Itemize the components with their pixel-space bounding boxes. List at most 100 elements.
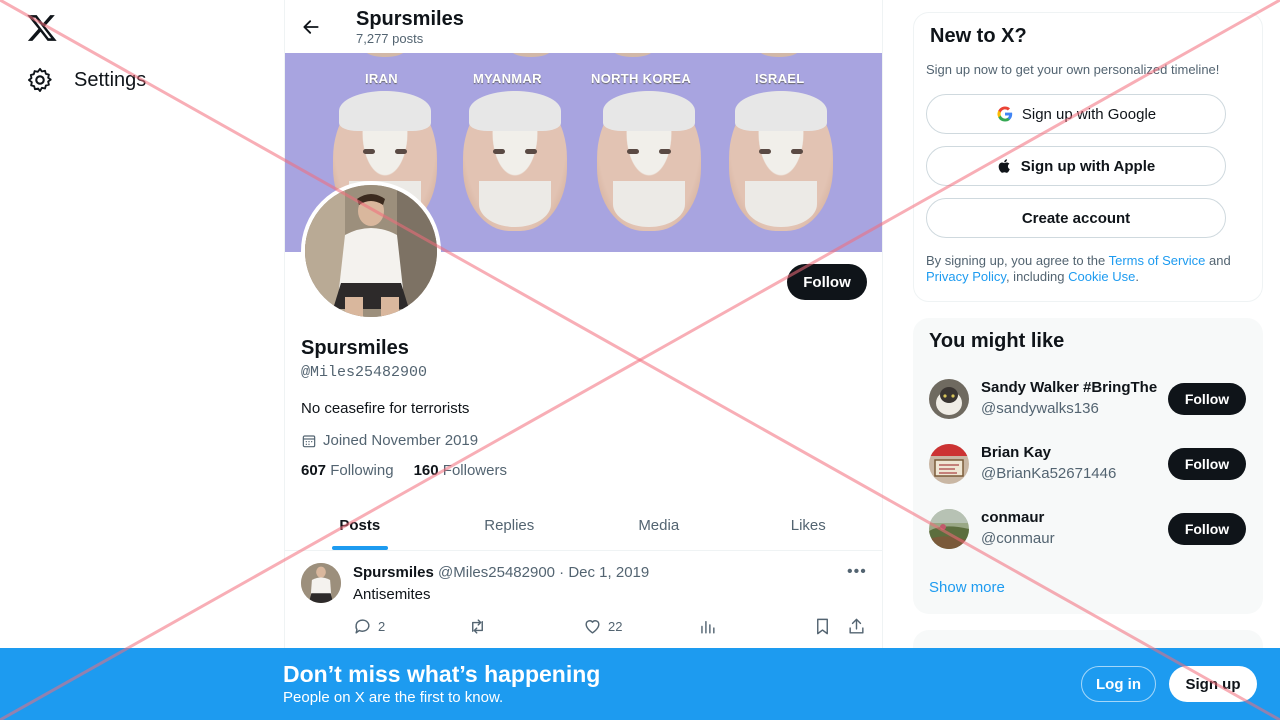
suggestion-avatar[interactable] <box>929 444 969 484</box>
cookie-link[interactable]: Cookie Use <box>1068 269 1135 284</box>
suggestion-follow-button[interactable]: Follow <box>1168 513 1246 545</box>
signup-button[interactable]: Sign up <box>1169 666 1257 702</box>
create-account-button[interactable]: Create account <box>926 198 1226 238</box>
profile-handle: @Miles25482900 <box>301 364 428 381</box>
suggestion-name[interactable]: Brian Kay <box>981 444 1157 461</box>
suggestion-follow-button[interactable]: Follow <box>1168 383 1246 415</box>
profile-header: Spursmiles 7,277 posts <box>285 0 882 53</box>
banner-label-4: ISRAEL <box>755 71 805 86</box>
like-count: 22 <box>608 619 623 634</box>
signup-subtitle: Sign up now to get your own personalized… <box>926 62 1220 77</box>
tab-likes[interactable]: Likes <box>734 500 883 550</box>
terms-link[interactable]: Terms of Service <box>1109 253 1206 268</box>
signup-banner: Don’t miss what’s happening People on X … <box>0 648 1280 720</box>
gear-icon <box>27 67 52 93</box>
profile-avatar[interactable] <box>301 181 441 321</box>
following-label: Following <box>330 462 394 479</box>
followers-link[interactable]: 160 Followers <box>414 462 507 479</box>
suggestion-name[interactable]: Sandy Walker #BringThe <box>981 379 1157 396</box>
banner-label-1: IRAN <box>365 71 398 86</box>
legal-and: and <box>1205 253 1231 268</box>
signup-legal: By signing up, you agree to the Terms of… <box>926 253 1256 285</box>
suggestions-title: You might like <box>929 330 1065 352</box>
suggestion-item[interactable]: conmaur @conmaur Follow <box>913 497 1263 562</box>
legal-period: . <box>1135 269 1139 284</box>
suggestion-handle: @conmaur <box>981 530 1055 547</box>
bookmark-icon <box>817 618 828 635</box>
banner-face-2 <box>463 91 567 231</box>
profile-tabs: Posts Replies Media Likes <box>285 500 883 551</box>
post-text: Antisemites <box>353 586 431 603</box>
post-meta: @Miles25482900 · Dec 1, 2019 <box>438 564 650 581</box>
views-button[interactable] <box>698 617 717 636</box>
header-post-count: 7,277 posts <box>356 30 424 46</box>
nav-settings[interactable]: Settings <box>26 66 146 94</box>
suggestions-card: You might like Sandy Walker #BringThe @s… <box>913 318 1263 614</box>
banner-label-3: NORTH KOREA <box>591 71 692 86</box>
post-actions: 2 22 <box>353 617 869 637</box>
suggestion-name[interactable]: conmaur <box>981 509 1157 526</box>
calendar-icon <box>302 434 316 447</box>
nav-settings-label: Settings <box>74 68 147 91</box>
share-button[interactable] <box>847 617 866 636</box>
profile-stats: 607 Following 160 Followers <box>301 462 507 479</box>
bottom-bar-subtitle: People on X are the first to know. <box>283 689 504 706</box>
post-avatar[interactable] <box>301 563 341 603</box>
signup-google-button[interactable]: Sign up with Google <box>926 94 1226 134</box>
bookmark-button[interactable] <box>813 617 832 636</box>
repost-icon <box>472 619 483 634</box>
post-author[interactable]: Spursmiles <box>353 564 434 581</box>
follow-button[interactable]: Follow <box>787 264 867 300</box>
x-logo-icon[interactable] <box>26 12 58 44</box>
suggestion-follow-button[interactable]: Follow <box>1168 448 1246 480</box>
analytics-icon <box>701 621 715 634</box>
more-options-icon[interactable]: ••• <box>847 563 867 581</box>
google-icon <box>997 106 1013 122</box>
heart-icon <box>585 620 600 634</box>
signup-apple-button[interactable]: Sign up with Apple <box>926 146 1226 186</box>
profile-bio: No ceasefire for terrorists <box>301 400 470 417</box>
suggestion-item[interactable]: Sandy Walker #BringThe @sandywalks136 Fo… <box>913 367 1263 432</box>
post-item[interactable]: Spursmiles @Miles25482900 · Dec 1, 2019 … <box>285 551 882 651</box>
legal-including: , including <box>1005 269 1069 284</box>
arrow-left-icon <box>303 19 319 34</box>
reply-button[interactable]: 2 <box>353 617 385 636</box>
landscape-avatar <box>929 509 969 549</box>
post-avatar-photo <box>301 563 341 603</box>
cat-avatar <box>929 379 969 419</box>
banner-face-4 <box>729 91 833 231</box>
share-icon <box>849 618 864 634</box>
legal-prefix: By signing up, you agree to the <box>926 253 1109 268</box>
post-header: Spursmiles @Miles25482900 · Dec 1, 2019 <box>353 564 649 581</box>
tab-media[interactable]: Media <box>584 500 734 550</box>
bottom-bar-title: Don’t miss what’s happening <box>283 661 601 687</box>
signup-card: New to X? Sign up now to get your own pe… <box>913 12 1263 302</box>
signup-google-label: Sign up with Google <box>1021 105 1157 123</box>
show-more-link[interactable]: Show more <box>929 579 1005 596</box>
banner-face-3 <box>597 91 701 231</box>
signup-title: New to X? <box>930 25 1027 47</box>
back-button[interactable] <box>299 15 323 39</box>
login-button[interactable]: Log in <box>1081 666 1156 702</box>
joined-text: Joined November 2019 <box>323 432 479 449</box>
like-button[interactable]: 22 <box>583 617 622 636</box>
banner-label-2: MYANMAR <box>473 71 542 86</box>
profile-joined: Joined November 2019 <box>301 432 478 449</box>
tab-replies[interactable]: Replies <box>435 500 585 550</box>
suggestion-handle: @sandywalks136 <box>981 400 1099 417</box>
following-link[interactable]: 607 Following <box>301 462 394 479</box>
privacy-link[interactable]: Privacy Policy <box>926 269 1006 284</box>
header-name: Spursmiles <box>356 7 464 30</box>
reply-count: 2 <box>378 619 386 634</box>
sign-avatar <box>929 444 969 484</box>
repost-button[interactable] <box>468 617 487 636</box>
followers-count: 160 <box>413 462 439 479</box>
suggestion-avatar[interactable] <box>929 509 969 549</box>
suggestion-item[interactable]: Brian Kay @BrianKa52671446 Follow <box>913 432 1263 497</box>
following-count: 607 <box>301 462 327 479</box>
main-column: Spursmiles 7,277 posts IRAN MYANMAR NORT… <box>284 0 883 720</box>
reply-icon <box>355 619 370 634</box>
suggestion-avatar[interactable] <box>929 379 969 419</box>
tab-posts[interactable]: Posts <box>285 500 435 550</box>
apple-icon <box>998 159 1010 173</box>
